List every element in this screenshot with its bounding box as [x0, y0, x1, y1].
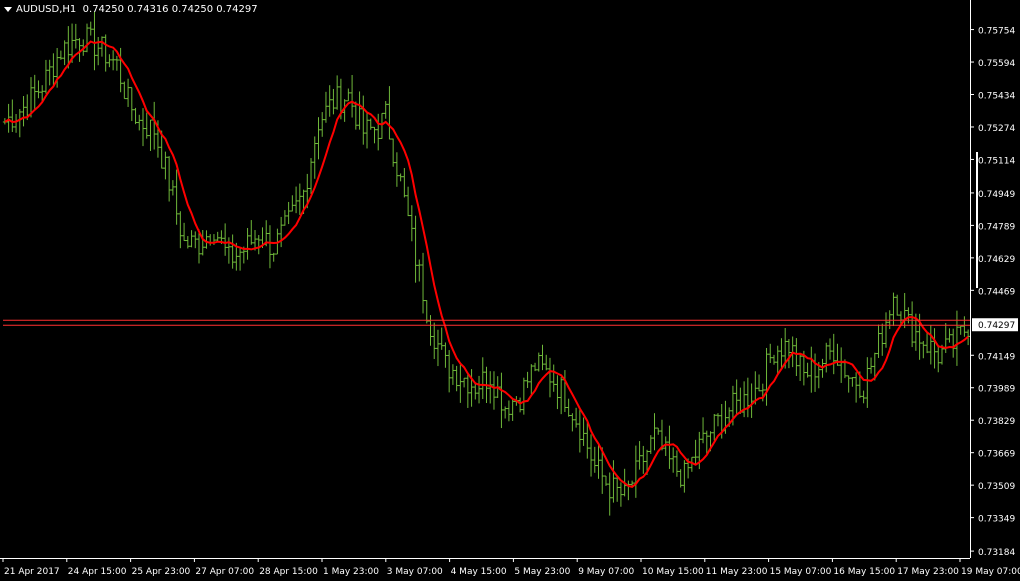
price-tick-label: 0.74789: [978, 222, 1015, 232]
price-tick-label: 0.73349: [978, 515, 1015, 525]
price-chart: 0.75754 0.75594 0.75434 0.75274 0.75114 0.749…: [0, 0, 1020, 581]
time-tick-label: 24 Apr 15:00: [68, 567, 127, 577]
price-tick-label: 0.75434: [978, 92, 1015, 102]
time-tick-label: 1 May 23:00: [323, 567, 379, 577]
chart-title[interactable]: AUDUSD,H1 0.74250 0.74316 0.74250 0.7429…: [4, 4, 258, 15]
time-tick-label: 10 May 15:00: [642, 567, 704, 577]
time-tick-label: 11 May 23:00: [706, 567, 768, 577]
time-tick-label: 27 Apr 07:00: [195, 567, 254, 577]
price-tick-label: 0.75754: [978, 27, 1015, 37]
ohlc-values: 0.74250 0.74316 0.74250 0.74297: [82, 4, 258, 15]
price-tick-label: 0.73989: [978, 385, 1015, 395]
price-tick-label: 0.74949: [978, 190, 1015, 200]
price-tick-label: 0.74629: [978, 255, 1015, 265]
current-price-label: 0.74297: [978, 321, 1015, 331]
time-tick-label: 3 May 07:00: [387, 567, 443, 577]
time-tick-label: 25 Apr 23:00: [132, 567, 191, 577]
time-tick-label: 21 Apr 2017: [4, 567, 60, 577]
time-tick-label: 4 May 15:00: [451, 567, 507, 577]
price-tick-label: 0.73829: [978, 417, 1015, 427]
price-tick-label: 0.75114: [978, 156, 1015, 166]
symbol-label: AUDUSD,H1: [16, 4, 77, 15]
time-tick-label: 28 Apr 15:00: [259, 567, 318, 577]
price-tick-label: 0.73184: [978, 548, 1015, 558]
time-tick-label: 17 May 23:00: [897, 567, 959, 577]
price-tick-label: 0.75594: [978, 59, 1015, 69]
time-tick-label: 9 May 07:00: [578, 567, 634, 577]
price-tick-label: 0.74469: [978, 287, 1015, 297]
dropdown-triangle-icon[interactable]: [4, 6, 12, 12]
price-tick-label: 0.75274: [978, 124, 1015, 134]
price-tick-label: 0.73509: [978, 482, 1015, 492]
time-tick-label: 15 May 07:00: [770, 567, 832, 577]
time-tick-label: 16 May 15:00: [833, 567, 895, 577]
price-tick-label: 0.73669: [978, 450, 1015, 460]
chart-background: [0, 0, 1020, 581]
time-tick-label: 19 May 07:00: [961, 567, 1020, 577]
time-tick-label: 5 May 23:00: [514, 567, 570, 577]
price-tick-label: 0.74149: [978, 352, 1015, 362]
